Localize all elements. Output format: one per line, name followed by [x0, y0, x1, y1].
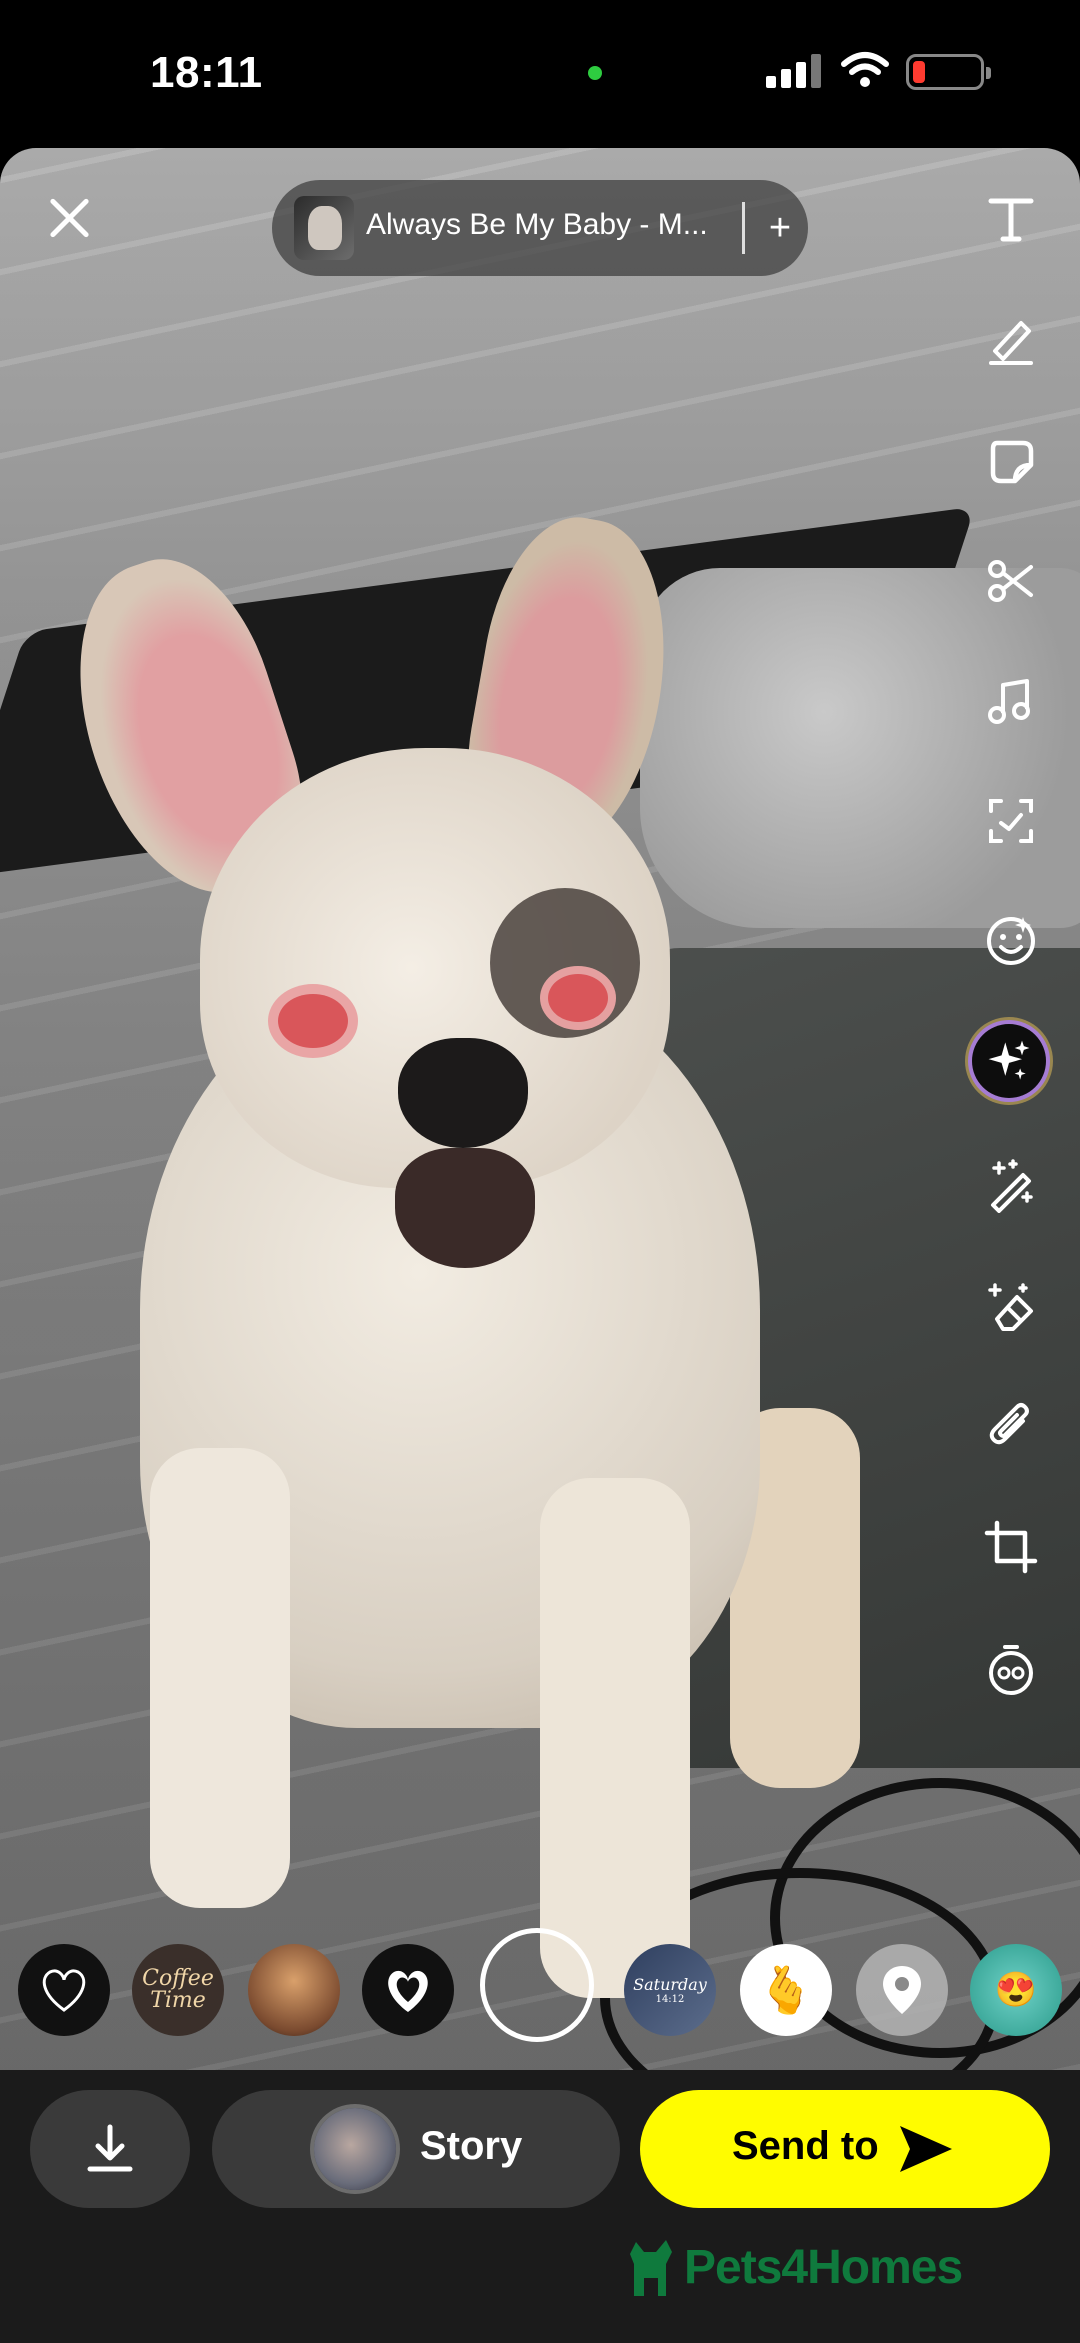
status-bar: 18:11: [0, 0, 1080, 148]
crop-icon: [984, 1520, 1038, 1574]
scan-icon: [989, 799, 1033, 843]
location-pin-icon: [883, 1966, 921, 2014]
ai-tool-button[interactable]: [972, 1024, 1046, 1098]
bottom-action-bar: Story Send to: [0, 2070, 1080, 2343]
double-heart-sticker-button[interactable]: [362, 1944, 454, 2036]
battery-icon: [906, 54, 991, 90]
attachment-tool-button[interactable]: [976, 1392, 1046, 1462]
download-button[interactable]: [30, 2090, 190, 2208]
send-to-button[interactable]: Send to: [640, 2090, 1050, 2208]
text-icon: [988, 198, 1034, 242]
camera-indicator-dot: [588, 66, 602, 80]
capture-ring[interactable]: [480, 1928, 594, 2042]
music-note-icon: [988, 679, 1030, 724]
my-story-button[interactable]: Story: [212, 2090, 620, 2208]
heart-icon: [42, 1969, 86, 2012]
album-art: [294, 196, 354, 260]
watermark-text: Pets4Homes: [684, 2240, 963, 2294]
ai-sparkle-icon: [988, 1040, 1030, 1080]
status-time: 18:11: [150, 48, 263, 97]
music-tool-button[interactable]: [976, 666, 1046, 736]
magic-wand-tool-button[interactable]: [976, 1150, 1046, 1220]
coffee-time-sticker-button[interactable]: Coffee Time: [132, 1944, 224, 2036]
pencil-icon: [989, 321, 1033, 365]
heart-sticker-button[interactable]: [18, 1944, 110, 2036]
sticker-icon: [990, 440, 1034, 484]
eraser-tool-button[interactable]: [976, 1272, 1046, 1342]
dog-logo-icon: [630, 2240, 672, 2296]
sticker-tool-button[interactable]: [976, 426, 1046, 496]
location-sticker-button[interactable]: [856, 1944, 948, 2036]
saturday-sticker-button[interactable]: Saturday 14:12: [624, 1944, 716, 2036]
text-tool-button[interactable]: [976, 184, 1046, 254]
scissors-icon: [988, 560, 1033, 602]
download-icon: [87, 2124, 133, 2172]
saturday-text: Saturday: [633, 1975, 707, 1994]
scissors-tool-button[interactable]: [976, 546, 1046, 616]
crop-tool-button[interactable]: [976, 1512, 1046, 1582]
timer-tool-button[interactable]: [976, 1634, 1046, 1704]
magic-wand-icon: [991, 1159, 1033, 1213]
eraser-icon: [988, 1283, 1033, 1331]
lens-face-icon: [987, 917, 1035, 965]
wifi-icon: [841, 52, 889, 87]
paperclip-icon: [989, 1403, 1029, 1445]
divider: [742, 202, 745, 254]
draw-tool-button[interactable]: [976, 304, 1046, 374]
selfie-sticker-button[interactable]: [248, 1944, 340, 2036]
lens-tool-button[interactable]: [976, 906, 1046, 976]
send-arrow-icon: [900, 2126, 952, 2172]
send-to-label: Send to: [732, 2124, 879, 2168]
snap-photo[interactable]: [0, 148, 1080, 2070]
music-chip[interactable]: Always Be My Baby - M... +: [272, 180, 808, 276]
story-label: Story: [420, 2124, 523, 2168]
pets4homes-watermark: Pets4Homes: [626, 2232, 963, 2302]
french-bulldog: [0, 148, 1080, 2070]
cellular-signal-icon: [766, 54, 822, 88]
finger-heart-sticker-button[interactable]: 🫰: [740, 1944, 832, 2036]
scan-tool-button[interactable]: [976, 786, 1046, 856]
song-title: Always Be My Baby - M...: [366, 208, 708, 241]
story-avatar: [314, 2108, 396, 2190]
close-button[interactable]: [40, 188, 100, 248]
add-music-button[interactable]: +: [760, 200, 800, 256]
emoji-pack-sticker-button[interactable]: 😍: [970, 1944, 1062, 2036]
timer-icon: [989, 1645, 1033, 1695]
double-heart-icon: [388, 1970, 428, 2012]
saturday-time: 14:12: [655, 1994, 685, 2005]
